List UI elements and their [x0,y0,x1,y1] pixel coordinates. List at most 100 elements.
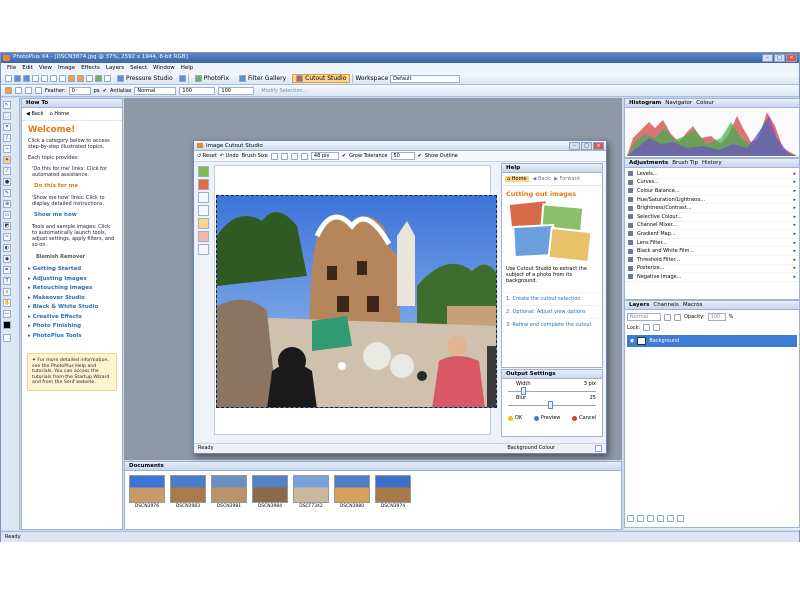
help-back-button[interactable]: ◀ Back [533,176,551,182]
width-slider-knob[interactable] [521,387,527,395]
add-selection-icon[interactable] [15,87,22,94]
menu-edit[interactable]: Edit [22,65,33,71]
foreground-colour-swatch[interactable] [3,321,11,329]
document-thumbnail[interactable]: DSCF7342 [293,475,329,509]
adjustment-item[interactable]: Brightness/Contrast... ▸ [625,204,799,213]
fill-tool-icon[interactable]: ◩ [3,222,11,230]
category-adjusting-images[interactable]: ▸ Adjusting Images [28,275,116,285]
print-icon[interactable] [32,75,39,82]
cut-icon[interactable] [41,75,48,82]
menu-view[interactable]: View [39,65,52,71]
help-forward-button[interactable]: ▶ Forward [554,176,580,182]
document-thumbnail[interactable]: DSCN3976 [129,475,165,509]
delete-layer-icon[interactable] [677,515,684,522]
preview-button[interactable]: Preview [532,414,562,422]
mode-select[interactable]: Normal [134,86,177,95]
show-outline-checkbox[interactable]: ✔ [418,153,422,159]
move-tool-icon[interactable]: ↖ [3,101,11,109]
height-input[interactable]: 100 [218,86,255,95]
copy-icon[interactable] [50,75,57,82]
category-getting-started[interactable]: ▸ Getting Started [28,265,116,275]
open-icon[interactable] [14,75,21,82]
erase-keep-icon[interactable] [198,192,209,203]
category-makeover-studio[interactable]: ▸ Makeover Studio [28,294,116,304]
deselect-icon[interactable] [86,75,93,82]
show-me-link[interactable]: Show me how [22,211,122,219]
wand-tool-icon[interactable]: ✦ [3,156,11,164]
keep-brush-icon[interactable] [198,166,209,177]
maximize-button[interactable]: □ [774,54,785,62]
document-thumbnail[interactable]: DSCN3983 [170,475,206,509]
tab-adjustments[interactable]: Adjustments [629,160,668,166]
eyedropper-tool-icon[interactable]: ⁄ [3,167,11,175]
menu-file[interactable]: File [7,65,16,71]
eye-icon[interactable]: ◉ [630,338,634,344]
dodge-tool-icon[interactable]: ◐ [3,244,11,252]
pointer-icon[interactable] [104,75,111,82]
tab-layers[interactable]: Layers [629,302,649,308]
width-input[interactable]: 100 [179,86,216,95]
adjustment-item[interactable]: Colour Balance... ▸ [625,187,799,196]
new-layer-icon[interactable] [627,515,634,522]
clone-tool-icon[interactable]: ⊕ [3,200,11,208]
fx-icon[interactable] [664,313,671,321]
step-create-cutout-link[interactable]: 1: Create the cutout selection [502,292,602,305]
shape-tool-icon[interactable]: ◆ [3,255,11,263]
cutout-canvas[interactable] [214,165,497,435]
opacity-input[interactable]: 100 [707,313,726,321]
help-tab[interactable]: Help [502,164,602,173]
crop-tool-icon[interactable]: ⌗ [3,123,11,131]
document-thumbnail[interactable]: DSCN3980 [334,475,370,509]
discard-brush-icon[interactable] [198,179,209,190]
menu-select[interactable]: Select [130,65,147,71]
selection-tool-icon[interactable]: ⬚ [3,112,11,120]
help-icon[interactable] [178,75,186,82]
adjustment-item[interactable]: Posterize... ▸ [625,265,799,274]
width-slider[interactable] [508,387,596,395]
layer-row-background[interactable]: ◉ Background [627,335,797,347]
adjustment-item[interactable]: Selective Colour... ▸ [625,213,799,222]
hand-tool-icon[interactable]: ✋ [3,299,11,307]
new-group-icon[interactable] [637,515,644,522]
layer-fx-icon[interactable] [657,515,664,522]
adjustment-item[interactable]: Levels... ▸ [625,170,799,179]
erase-discard-icon[interactable] [198,205,209,216]
mask-layer-icon[interactable] [667,515,674,522]
feather-input[interactable]: 0 [68,86,91,95]
cancel-button[interactable]: Cancel [570,414,598,422]
adjustment-layer-icon[interactable] [647,515,654,522]
brush-medium-icon[interactable] [280,152,288,160]
close-button[interactable]: × [786,54,797,62]
tab-history[interactable]: History [702,160,722,166]
grow-tolerance-input[interactable]: 50 [390,152,415,160]
brush-large-icon[interactable] [290,152,298,160]
brush-xlarge-icon[interactable] [300,152,308,160]
view-toggle-icon[interactable] [198,244,209,255]
intersect-selection-icon[interactable] [35,87,42,94]
blend-mode-select[interactable]: Normal [627,313,661,321]
dialog-minimize-button[interactable]: – [569,142,580,150]
blemish-remover-link[interactable]: Blemish Remover [22,253,122,261]
adjustment-item[interactable]: Curves... ▸ [625,179,799,188]
hand-icon[interactable] [198,231,209,242]
modify-selection-button[interactable]: Modify Selection... [257,86,311,95]
menu-window[interactable]: Window [153,65,175,71]
colour-icon[interactable] [95,75,102,82]
redeye-tool-icon[interactable]: ● [3,178,11,186]
tab-navigator[interactable]: Navigator [665,100,692,106]
blur-slider-knob[interactable] [547,401,553,409]
how-to-back-button[interactable]: ◀ Back [26,111,44,117]
category-retouching-images[interactable]: ▸ Retouching Images [28,284,116,294]
adjustment-item[interactable]: Negative Image... ▸ [625,273,799,282]
smudge-tool-icon[interactable]: ~ [3,233,11,241]
subtract-selection-icon[interactable] [25,87,32,94]
reset-button[interactable]: ↺ Reset [197,153,217,159]
cutout-studio-button[interactable]: Cutout Studio [292,74,351,83]
paste-icon[interactable] [59,75,66,82]
tab-histogram[interactable]: Histogram [629,100,661,106]
blur-slider[interactable] [508,401,596,409]
step-adjust-view-link[interactable]: 2: Optional: Adjust view options [502,305,602,318]
category-photo-finishing[interactable]: ▸ Photo Finishing [28,322,116,332]
adjustment-item[interactable]: Threshold Filter... ▸ [625,256,799,265]
pressure-studio-button[interactable]: Pressure Studio [113,74,177,83]
